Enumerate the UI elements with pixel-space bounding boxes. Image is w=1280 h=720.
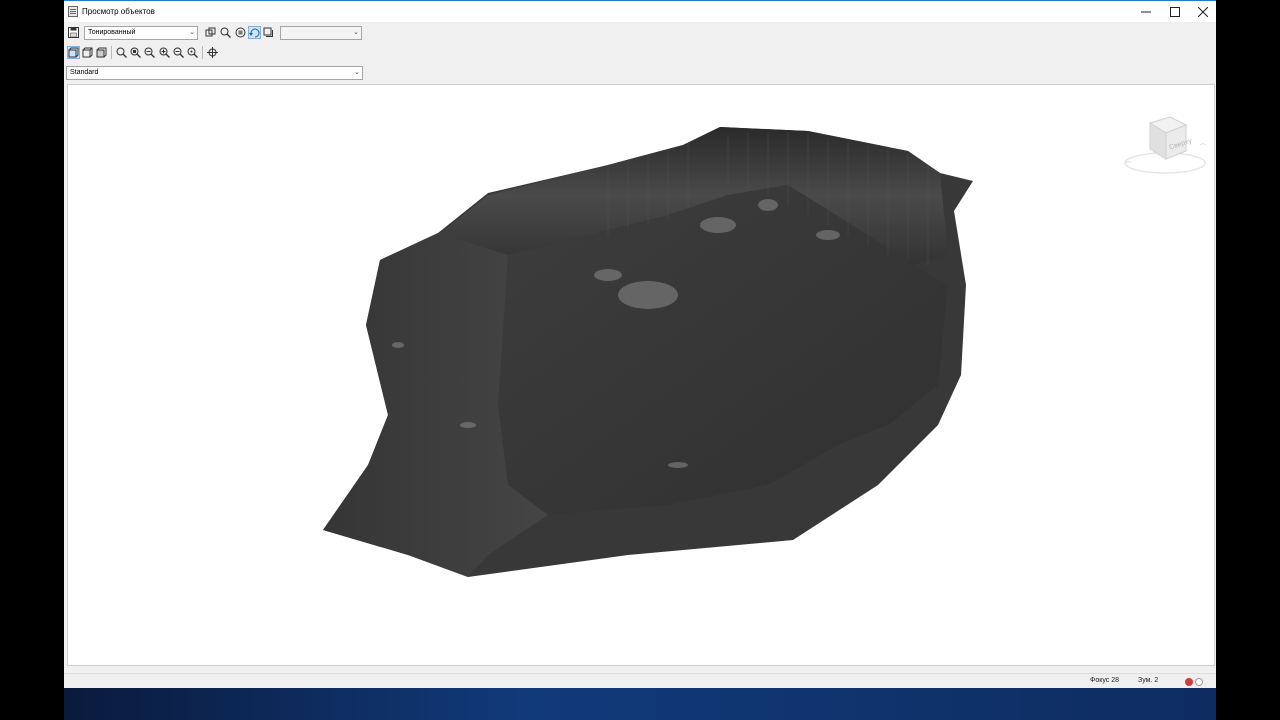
zoom-window-button[interactable] xyxy=(129,46,142,59)
close-button[interactable] xyxy=(1189,2,1217,22)
zoom-previous-button[interactable] xyxy=(186,46,199,59)
toolbar-separator xyxy=(111,46,112,59)
title-bar[interactable]: Просмотр объектов xyxy=(64,2,1216,22)
status-zoom: Зум. 2 xyxy=(1138,677,1159,684)
save-icon xyxy=(68,27,79,38)
view-preset-value: Standard xyxy=(70,69,99,76)
object-viewer-window: Просмотр объектов Тонированный ⌄ ⌄ Stand… xyxy=(64,0,1216,689)
view-mode-button-1[interactable] xyxy=(67,46,80,59)
svg-text:⌒: ⌒ xyxy=(1125,162,1131,169)
app-icon xyxy=(68,6,78,17)
visual-style-dropdown[interactable]: Тонированный ⌄ xyxy=(84,26,198,40)
orbit-icon xyxy=(205,27,216,37)
zoom-out-button[interactable] xyxy=(172,46,185,59)
toolbar-separator xyxy=(202,46,203,59)
cube-wire-icon xyxy=(82,47,93,58)
screen-border-right xyxy=(1216,0,1280,720)
minimize-button[interactable] xyxy=(1132,2,1160,22)
maximize-button[interactable] xyxy=(1161,2,1189,22)
zoom-button[interactable] xyxy=(219,26,232,39)
view-mode-button-3[interactable] xyxy=(95,46,108,59)
screen-border-left xyxy=(0,0,64,720)
viewcube[interactable]: ⌒ ⌒ Сверху xyxy=(1120,109,1210,181)
zoom-in-button[interactable] xyxy=(158,46,171,59)
orbit-button[interactable] xyxy=(204,26,217,39)
view-preset-dropdown[interactable]: Standard ⌄ xyxy=(66,66,363,80)
zoom-previous-icon xyxy=(187,47,198,58)
crosshair-icon xyxy=(207,47,218,58)
walk-icon xyxy=(263,27,273,37)
view-mode-button-2[interactable] xyxy=(81,46,94,59)
zoom-icon xyxy=(116,47,127,58)
rotate-button[interactable] xyxy=(248,26,261,39)
svg-text:⌒: ⌒ xyxy=(1200,144,1206,151)
zoom-extents-button[interactable] xyxy=(143,46,156,59)
cube-icon xyxy=(68,47,79,58)
save-button[interactable] xyxy=(67,26,80,39)
chevron-down-icon: ⌄ xyxy=(353,29,359,36)
terrain-model[interactable] xyxy=(68,85,1215,666)
magnifier-icon xyxy=(220,27,231,38)
windows-taskbar xyxy=(64,688,1216,720)
rotate-icon xyxy=(249,28,260,38)
chevron-down-icon: ⌄ xyxy=(189,29,195,36)
second-dropdown[interactable]: ⌄ xyxy=(280,26,362,40)
status-indicator-red[interactable] xyxy=(1185,678,1193,686)
chevron-down-icon: ⌄ xyxy=(354,69,360,76)
cube-shaded-icon xyxy=(96,47,107,58)
window-title: Просмотр объектов xyxy=(82,7,155,16)
zoom-window-icon xyxy=(130,47,141,58)
viewcube-icon: ⌒ ⌒ xyxy=(1124,116,1206,174)
pan-icon xyxy=(235,27,246,38)
zoom-extents-icon xyxy=(144,47,155,58)
3d-viewport[interactable]: ⌒ ⌒ Сверху xyxy=(67,84,1215,666)
minimize-icon xyxy=(1141,11,1151,13)
visual-style-value: Тонированный xyxy=(88,29,136,36)
zoom-out-icon xyxy=(173,47,184,58)
status-indicator-empty[interactable] xyxy=(1195,678,1203,686)
pan-button[interactable] xyxy=(234,26,247,39)
pan-realtime-button[interactable] xyxy=(206,46,219,59)
status-focus: Фокус 28 xyxy=(1090,677,1120,684)
zoom-in-icon xyxy=(159,47,170,58)
walk-button[interactable] xyxy=(262,26,275,39)
close-icon xyxy=(1198,7,1208,17)
zoom-realtime-button[interactable] xyxy=(115,46,128,59)
status-bar: Фокус 28 Зум. 2 xyxy=(64,673,1216,689)
maximize-icon xyxy=(1170,7,1180,17)
